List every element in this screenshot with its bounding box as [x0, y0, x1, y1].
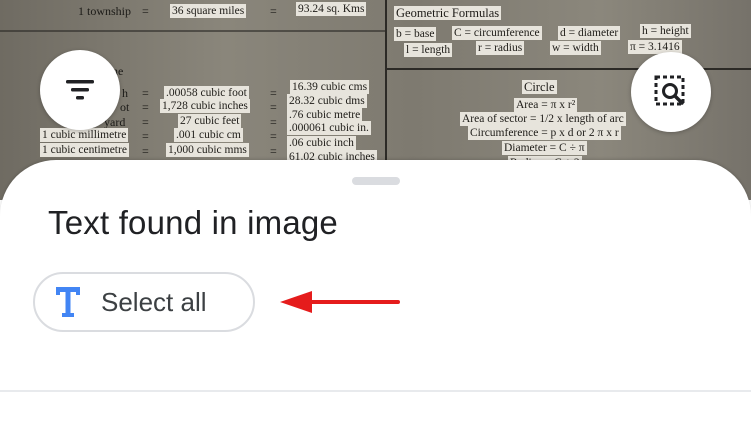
photo-text: =	[142, 129, 149, 143]
photo-text: 1,728 cubic inches	[160, 99, 250, 113]
photo-text: Circumference = p x d or 2 π x r	[468, 126, 621, 140]
photo-text: =	[142, 144, 149, 158]
photo-text: .000061 cubic in.	[287, 121, 371, 135]
select-all-button[interactable]: Select all	[33, 272, 255, 332]
photo-text: 28.32 cubic dms	[287, 94, 367, 108]
photo-text: ot	[120, 100, 130, 114]
photo-text: 16.39 cubic cms	[290, 80, 370, 94]
annotation-arrow	[280, 291, 400, 313]
photo-text: 1 township	[78, 4, 132, 18]
photo-text: Circle	[522, 80, 557, 94]
select-region-search-button[interactable]	[631, 52, 711, 132]
filter-icon	[66, 80, 94, 100]
text-format-icon	[56, 287, 80, 317]
select-all-label: Select all	[101, 286, 207, 317]
photo-text: Area of sector = 1/2 x length of arc	[460, 112, 626, 126]
photo-text: .00058 cubic foot	[164, 86, 249, 100]
photo-text: =	[142, 4, 149, 18]
photo-text: d = diameter	[558, 26, 621, 40]
photo-text: =	[270, 4, 277, 18]
photo-text: =	[142, 86, 149, 100]
photo-text: =	[142, 100, 149, 114]
photo-text: 27 cubic feet	[178, 114, 242, 128]
row-divider	[0, 30, 385, 32]
photo-text: =	[270, 100, 277, 114]
photo-text: .001 cubic cm	[174, 128, 243, 142]
photo-text: 93.24 sq. Kms	[296, 2, 367, 16]
sheet-drag-handle[interactable]	[352, 177, 400, 185]
photo-text: Diameter = C ÷ π	[502, 141, 587, 155]
photo-text: l = length	[404, 43, 453, 57]
photo-text: Geometric Formulas	[394, 6, 502, 20]
photo-text: 36 square miles	[170, 4, 247, 18]
photo-text: =	[270, 129, 277, 143]
photo-text: h	[122, 86, 128, 100]
photo-text: =	[270, 115, 277, 129]
photo-text: C = circumference	[452, 26, 542, 40]
photo-text: .76 cubic metre	[287, 108, 363, 122]
sheet-title: Text found in image	[48, 204, 338, 241]
sheet-divider	[0, 390, 751, 392]
photo-text: b = base	[394, 27, 437, 41]
photo-text: 1 cubic centimetre	[40, 143, 129, 157]
photo-text: h = height	[640, 24, 691, 38]
search-region-icon	[654, 75, 685, 106]
photo-text: .06 cubic inch	[287, 136, 356, 150]
photo-text: 1,000 cubic mms	[166, 143, 249, 157]
filter-button[interactable]	[40, 50, 120, 130]
photo-text: Area = π x r²	[514, 98, 578, 112]
photo-text: =	[270, 86, 277, 100]
photo-text: =	[142, 115, 149, 129]
photo-text: 1 cubic millimetre	[40, 128, 129, 142]
text-results-sheet: Text found in image Select all	[0, 160, 751, 438]
photo-text: w = width	[550, 41, 601, 55]
photo-text: r = radius	[476, 41, 525, 55]
